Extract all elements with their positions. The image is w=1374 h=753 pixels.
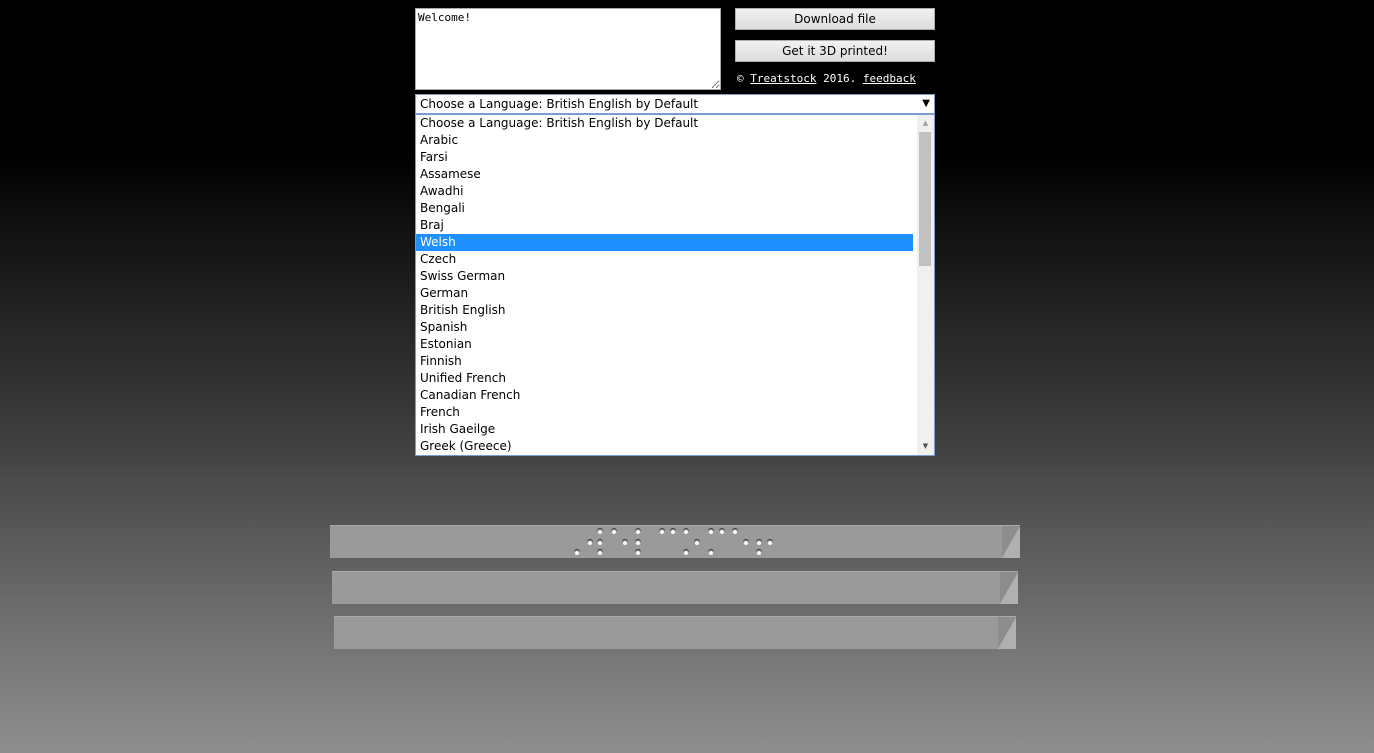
braille-dot xyxy=(587,539,593,545)
braille-dot xyxy=(635,549,641,555)
language-option[interactable]: Arabic xyxy=(416,132,913,149)
plate-end-cap xyxy=(1002,526,1020,558)
braille-dot xyxy=(635,528,641,534)
get-3d-printed-button[interactable]: Get it 3D printed! xyxy=(735,40,935,62)
braille-dot xyxy=(659,528,665,534)
braille-dot xyxy=(597,549,603,555)
plate-end-cap xyxy=(998,617,1016,649)
language-option[interactable]: French xyxy=(416,404,913,421)
language-option[interactable]: Swiss German xyxy=(416,268,913,285)
braille-dot xyxy=(683,549,689,555)
language-option[interactable]: Farsi xyxy=(416,149,913,166)
braille-dot xyxy=(622,539,628,545)
language-option[interactable]: Estonian xyxy=(416,336,913,353)
braille-dot xyxy=(597,528,603,534)
message-textarea[interactable]: Welcome! xyxy=(415,8,721,90)
selected-language: Choose a Language: British English by De… xyxy=(420,97,699,111)
language-option[interactable]: Braj xyxy=(416,217,913,234)
language-option[interactable]: Assamese xyxy=(416,166,913,183)
braille-dot xyxy=(756,549,762,555)
year-text: 2016. xyxy=(823,72,857,85)
braille-dot xyxy=(683,528,689,534)
plate-end-cap xyxy=(1000,572,1018,604)
braille-dot xyxy=(708,549,714,555)
braille-dot xyxy=(708,528,714,534)
feedback-link[interactable]: feedback xyxy=(863,72,916,85)
download-file-button[interactable]: Download file xyxy=(735,8,935,30)
language-option[interactable]: Greek (Greece) xyxy=(416,438,913,455)
scroll-up-icon[interactable]: ▲ xyxy=(917,115,934,132)
language-option[interactable]: Spanish xyxy=(416,319,913,336)
credit-line: © Treatstock 2016. feedback xyxy=(737,72,916,85)
language-option[interactable]: German xyxy=(416,285,913,302)
braille-dot xyxy=(597,539,603,545)
copyright-symbol: © xyxy=(737,72,744,85)
braille-dot xyxy=(611,528,617,534)
language-option[interactable]: Unified French xyxy=(416,370,913,387)
braille-dot xyxy=(743,539,749,545)
braille-dot xyxy=(756,539,762,545)
language-option[interactable]: Czech xyxy=(416,251,913,268)
braille-plate-row-3 xyxy=(334,616,1016,649)
language-dropdown-list[interactable]: Choose a Language: British English by De… xyxy=(415,114,935,456)
language-option[interactable]: Choose a Language: British English by De… xyxy=(416,115,913,132)
braille-dot xyxy=(670,528,676,534)
language-option[interactable]: Finnish xyxy=(416,353,913,370)
dropdown-arrow-icon[interactable]: ▼ xyxy=(922,95,930,113)
language-option[interactable]: Awadhi xyxy=(416,183,913,200)
language-option[interactable]: Canadian French xyxy=(416,387,913,404)
braille-dot xyxy=(694,539,700,545)
language-option[interactable]: Irish Gaeilge xyxy=(416,421,913,438)
scrollbar[interactable]: ▲ ▼ xyxy=(917,115,934,455)
braille-plate-row-2 xyxy=(332,571,1018,604)
braille-dot xyxy=(574,549,580,555)
language-select[interactable]: Choose a Language: British English by De… xyxy=(415,94,935,114)
braille-dot xyxy=(732,528,738,534)
language-option[interactable]: British English xyxy=(416,302,913,319)
language-option[interactable]: Welsh xyxy=(416,234,913,251)
braille-dot xyxy=(719,528,725,534)
braille-dot xyxy=(635,539,641,545)
scrollbar-thumb[interactable] xyxy=(919,132,931,266)
treatstock-link[interactable]: Treatstock xyxy=(750,72,816,85)
braille-dot xyxy=(767,539,773,545)
scroll-down-icon[interactable]: ▼ xyxy=(917,438,934,455)
language-option[interactable]: Bengali xyxy=(416,200,913,217)
